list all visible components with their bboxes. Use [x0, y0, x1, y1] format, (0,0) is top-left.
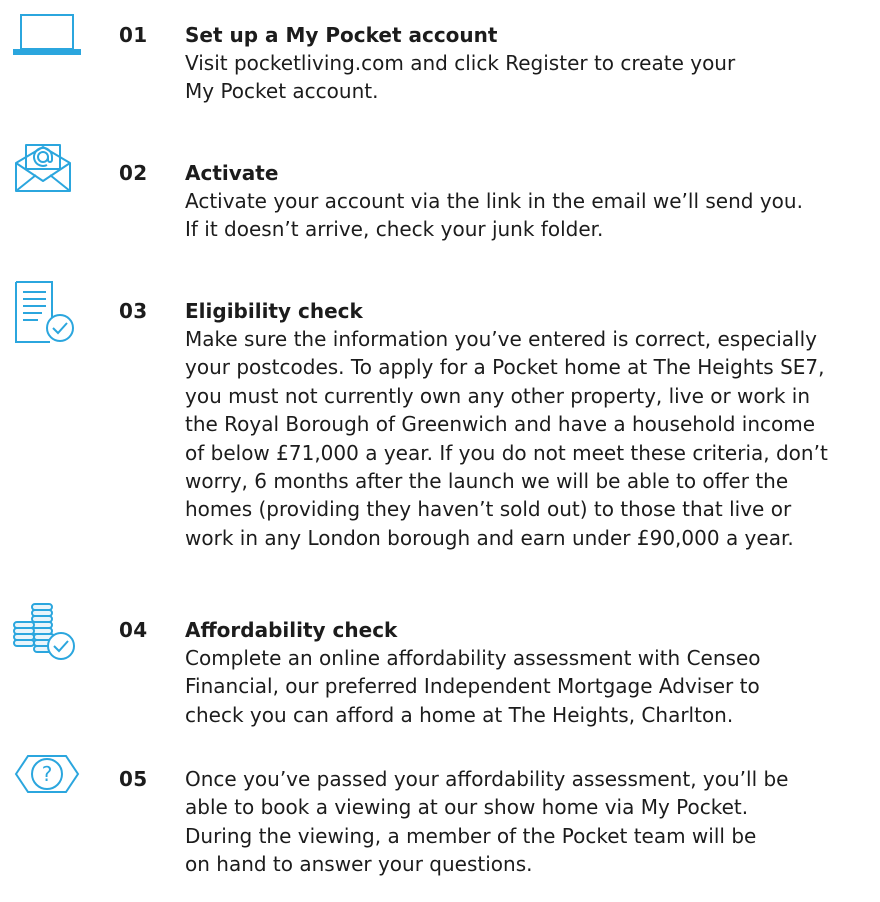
step-number: 01: [119, 23, 148, 47]
document-check-icon: [14, 280, 76, 344]
svg-text:?: ?: [42, 762, 53, 786]
step-number: 02: [119, 161, 148, 185]
step-title: Set up a My Pocket account: [185, 23, 498, 47]
coins-check-icon: [12, 600, 78, 660]
laptop-icon: [12, 14, 82, 56]
email-icon: [14, 143, 72, 193]
step-title: Eligibility check: [185, 299, 363, 323]
step-title: Activate: [185, 161, 279, 185]
step-description: Once you’ve passed your affordability as…: [185, 767, 789, 877]
step-description: Make sure the information you’ve entered…: [185, 327, 828, 550]
step-number: 04: [119, 618, 148, 642]
step-description: Complete an online affordability assessm…: [185, 646, 761, 727]
step-description: Activate your account via the link in th…: [185, 189, 803, 242]
eye-question-icon: ?: [14, 752, 80, 796]
step-number: 05: [119, 767, 148, 791]
step-description: Visit pocketliving.com and click Registe…: [185, 51, 736, 104]
step-number: 03: [119, 299, 148, 323]
step-title: Affordability check: [185, 618, 398, 642]
